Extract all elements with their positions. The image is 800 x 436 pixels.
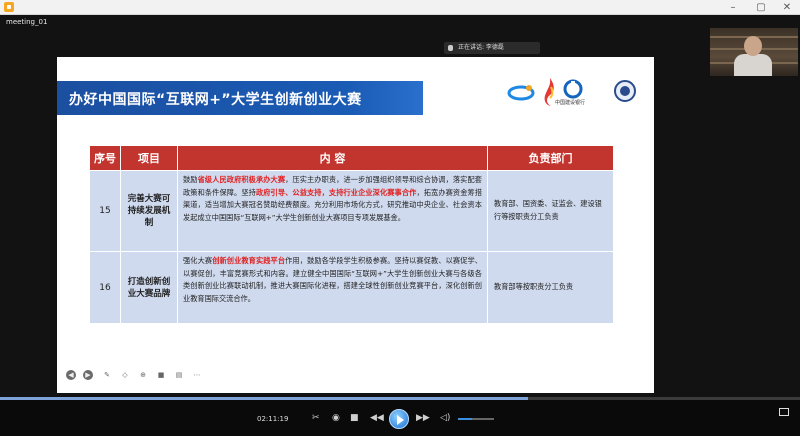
close-button[interactable]: ✕ <box>774 0 800 15</box>
play-button[interactable] <box>389 409 409 429</box>
fullscreen-icon[interactable] <box>779 408 789 416</box>
row-project: 完善大赛可持续发展机制 <box>121 171 178 252</box>
sponsor-logos: 中国建设银行 <box>507 77 647 109</box>
competition-logo-icon <box>507 85 535 101</box>
app-icon <box>4 2 14 12</box>
ccb-logo-text: 中国建设银行 <box>555 100 586 106</box>
row-content: 鼓励省级人民政府积极承办大赛，压实主办职责，进一步加强组织领导和综合协调，落实配… <box>178 171 488 252</box>
table-row: 16 打造创新创业大赛品牌 强化大赛创新创业教育实践平台作用，鼓励各学段学生积极… <box>90 252 614 324</box>
speaker-text: 正在讲话: 李德磊 <box>458 44 504 51</box>
prev-icon[interactable]: ◀ <box>66 370 76 380</box>
header-num: 序号 <box>90 146 121 171</box>
presentation-slide: 办好中国国际“互联网+”大学生创新创业大赛 中国建设银行 序号 项目 内 容 负… <box>57 57 654 393</box>
target-icon[interactable]: ⊕ <box>138 370 148 380</box>
volume-slider[interactable] <box>458 418 494 420</box>
row-dept: 教育部等按职责分工负责 <box>488 252 614 324</box>
volume-icon[interactable]: ◁) <box>440 413 450 423</box>
header-content: 内 容 <box>178 146 488 171</box>
caption-icon[interactable]: ▤ <box>174 370 184 380</box>
eraser-icon[interactable]: ◇ <box>120 370 130 380</box>
camera-icon[interactable]: ■ <box>156 370 166 380</box>
screen-share-stage: meeting_01 正在讲话: 李德磊 办好中国国际“互联网+”大学生创新创业… <box>0 15 800 398</box>
player-controls: 02:11:19 ✂ ◉ ■ ◀◀ ▶▶ ◁) <box>0 400 800 436</box>
university-seal-icon <box>614 80 636 102</box>
ccb-logo-icon <box>563 79 583 99</box>
person-head <box>744 36 762 56</box>
participant-video[interactable] <box>710 28 798 76</box>
maximize-button[interactable]: ▢ <box>748 0 774 15</box>
row-num: 15 <box>90 171 121 252</box>
person-body <box>734 54 772 76</box>
slide-title-banner: 办好中国国际“互联网+”大学生创新创业大赛 <box>57 81 423 115</box>
content-highlight: 政府引导、公益支持，支持行业企业深化赛事合作 <box>255 187 417 197</box>
row-num: 16 <box>90 252 121 324</box>
row-project: 打造创新创业大赛品牌 <box>121 252 178 324</box>
next-icon[interactable]: ▶ <box>83 370 93 380</box>
content-text: 强化大赛 <box>183 256 213 265</box>
table-row: 15 完善大赛可持续发展机制 鼓励省级人民政府积极承办大赛，压实主办职责，进一步… <box>90 171 614 252</box>
minimize-button[interactable]: – <box>720 0 746 15</box>
content-highlight: 创新创业教育实践平台 <box>212 256 286 265</box>
meeting-name: meeting_01 <box>6 18 48 26</box>
record-icon[interactable]: ◉ <box>332 413 340 423</box>
header-project: 项目 <box>121 146 178 171</box>
table-header: 序号 项目 内 容 负责部门 <box>90 146 614 171</box>
header-dept: 负责部门 <box>488 146 614 171</box>
stop-icon[interactable]: ■ <box>350 413 359 423</box>
window-titlebar: – ▢ ✕ <box>0 0 800 15</box>
rewind-icon[interactable]: ◀◀ <box>370 413 384 423</box>
slide-title: 办好中国国际“互联网+”大学生创新创业大赛 <box>69 92 362 108</box>
fast-forward-icon[interactable]: ▶▶ <box>416 413 430 423</box>
row-dept: 教育部、国资委、证监会、建设银行等按职责分工负责 <box>488 171 614 252</box>
more-icon[interactable]: ⋯ <box>192 370 202 380</box>
row-content: 强化大赛创新创业教育实践平台作用，鼓励各学段学生积极参赛。坚持以赛促教、以赛促学… <box>178 252 488 324</box>
screenshot-icon[interactable]: ✂ <box>312 413 320 423</box>
volume-fill <box>458 418 473 420</box>
mic-icon <box>448 45 453 51</box>
playback-time: 02:11:19 <box>257 415 289 423</box>
plan-table: 序号 项目 内 容 负责部门 15 完善大赛可持续发展机制 鼓励省级人民政府积极… <box>90 146 614 324</box>
content-text: 鼓励 <box>183 175 198 184</box>
pen-icon[interactable]: ✎ <box>102 370 112 380</box>
speaker-tag: 正在讲话: 李德磊 <box>444 42 540 54</box>
content-highlight: 省级人民政府积极承办大赛 <box>197 175 286 184</box>
